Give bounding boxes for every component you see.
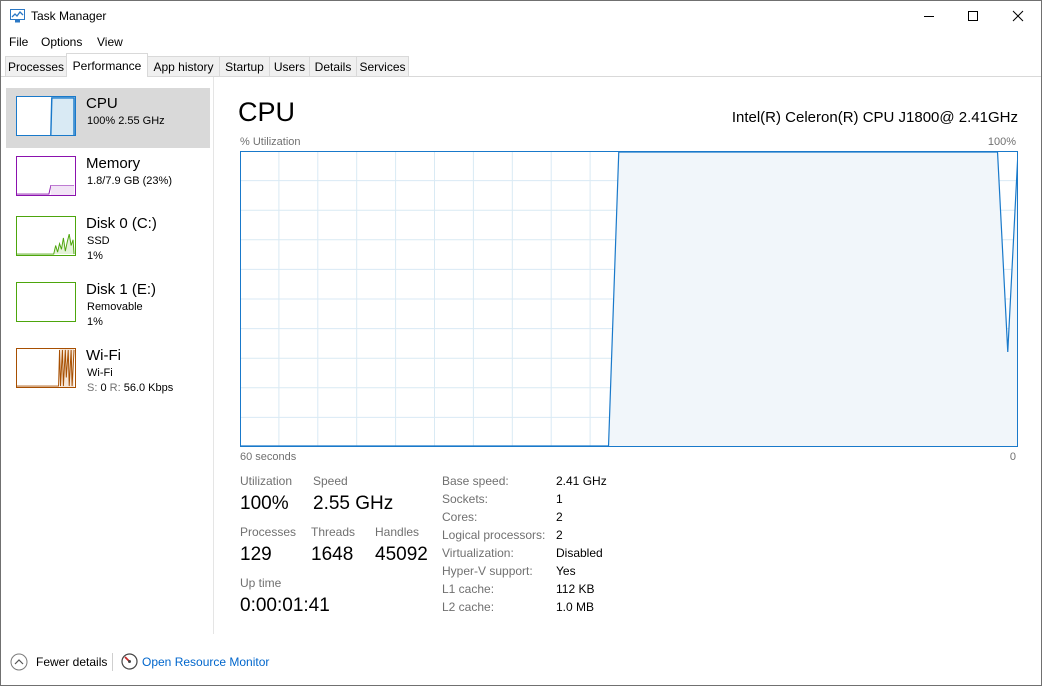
sockets-label: Sockets:: [442, 492, 489, 506]
sidebar-item-detail: SSD: [87, 235, 110, 247]
menu-options[interactable]: Options: [41, 35, 82, 49]
minimize-button[interactable]: [906, 1, 952, 31]
menu-view[interactable]: View: [97, 35, 123, 49]
sidebar-item-detail: 100% 2.55 GHz: [87, 115, 165, 127]
resource-monitor-icon: [121, 653, 138, 670]
task-manager-app-icon: [10, 9, 25, 23]
task-manager-window: Task Manager File Options View Processes…: [0, 0, 1042, 686]
sidebar-item-title: Disk 1 (E:): [86, 281, 157, 298]
tab-strip: Processes Performance App history Startu…: [1, 53, 1041, 77]
memory-thumbnail-graph: [16, 156, 76, 196]
hyper-v-support-value: Yes: [556, 564, 576, 578]
cores-value: 2: [556, 510, 563, 524]
l1-cache-label: L1 cache:: [442, 582, 495, 596]
sidebar-item-memory[interactable]: Memory 1.8/7.9 GB (23%): [6, 148, 210, 208]
cpu-utilization-graph: [240, 151, 1018, 447]
hyper-v-support-label: Hyper-V support:: [442, 564, 533, 578]
virtualization-label: Virtualization:: [442, 546, 514, 560]
sidebar-item-disk-0[interactable]: Disk 0 (C:) SSD 1%: [6, 208, 210, 268]
sockets-value: 1: [556, 492, 563, 506]
page-title: CPU: [238, 97, 296, 127]
l2-cache-value: 1.0 MB: [556, 600, 595, 614]
sidebar-item-detail: Wi-Fi: [87, 367, 113, 379]
maximize-button[interactable]: [950, 1, 996, 31]
disk1-thumbnail-graph: [16, 282, 76, 322]
graph-x-left-label: 60 seconds: [240, 451, 297, 463]
uptime-label: Up time: [240, 576, 282, 590]
logical-processors-label: Logical processors:: [442, 528, 546, 542]
send-value: 0: [100, 382, 107, 394]
cpu-thumbnail-graph: [16, 96, 76, 136]
sidebar-item-usage: 1%: [87, 250, 103, 262]
graph-x-right-label: 0: [1009, 451, 1016, 463]
sidebar-item-title: CPU: [86, 95, 118, 112]
base-speed-value: 2.41 GHz: [556, 474, 607, 488]
tab-startup[interactable]: Startup: [219, 56, 270, 76]
footer-divider: [112, 653, 113, 671]
sidebar-item-detail: Removable: [87, 301, 143, 313]
wifi-thumbnail-graph: [16, 348, 76, 388]
close-button[interactable]: [995, 1, 1041, 31]
uptime-value: 0:00:01:41: [240, 595, 330, 616]
receive-value: 56.0 Kbps: [123, 382, 174, 394]
logical-processors-value: 2: [556, 528, 563, 542]
l2-cache-label: L2 cache:: [442, 600, 495, 614]
sidebar-item-title: Wi-Fi: [86, 347, 121, 364]
send-label: S:: [87, 382, 98, 394]
chevron-up-circle-icon[interactable]: [10, 653, 28, 671]
utilization-label: Utilization: [240, 474, 293, 488]
speed-value: 2.55 GHz: [313, 493, 394, 514]
tab-processes[interactable]: Processes: [5, 56, 67, 76]
graph-y-label: % Utilization: [240, 136, 301, 148]
processes-value: 129: [240, 544, 272, 565]
threads-value: 1648: [311, 544, 354, 565]
processes-label: Processes: [240, 525, 297, 539]
handles-label: Handles: [375, 525, 420, 539]
virtualization-value: Disabled: [556, 546, 603, 560]
speed-label: Speed: [313, 474, 348, 488]
l1-cache-value: 112 KB: [556, 582, 595, 596]
cpu-model-name: Intel(R) Celeron(R) CPU J1800@ 2.41GHz: [731, 109, 1018, 126]
menu-bar: File Options View: [1, 32, 1041, 52]
tab-app-history[interactable]: App history: [147, 56, 220, 76]
tab-users[interactable]: Users: [269, 56, 310, 76]
sidebar-item-detail: 1.8/7.9 GB (23%): [87, 175, 172, 187]
handles-value: 45092: [375, 544, 428, 565]
minimize-icon: [924, 16, 934, 17]
sidebar-item-usage: 1%: [87, 316, 103, 328]
sidebar-item-disk-1[interactable]: Disk 1 (E:) Removable 1%: [6, 274, 210, 334]
menu-file[interactable]: File: [9, 35, 28, 49]
utilization-value: 100%: [240, 493, 289, 514]
close-icon: [1012, 10, 1024, 22]
sidebar-item-title: Memory: [86, 155, 141, 172]
fewer-details-button[interactable]: Fewer details: [36, 655, 107, 669]
sidebar-item-cpu[interactable]: CPU 100% 2.55 GHz: [6, 88, 210, 148]
cores-label: Cores:: [442, 510, 478, 524]
tab-services[interactable]: Services: [356, 56, 409, 76]
threads-label: Threads: [311, 525, 356, 539]
open-resource-monitor-link[interactable]: Open Resource Monitor: [142, 655, 269, 669]
maximize-icon: [968, 11, 978, 21]
base-speed-label: Base speed:: [442, 474, 509, 488]
tab-details[interactable]: Details: [309, 56, 357, 76]
title-bar: Task Manager: [1, 1, 1041, 31]
window-title: Task Manager: [31, 9, 107, 23]
footer-bar: Fewer details Open Resource Monitor: [1, 647, 1041, 677]
sidebar-item-wifi[interactable]: Wi-Fi Wi-Fi S: 0 R: 56.0 Kbps: [6, 340, 210, 400]
graph-y-max-label: 100%: [987, 136, 1016, 148]
sidebar-item-title: Disk 0 (C:): [86, 215, 157, 232]
tab-performance[interactable]: Performance: [66, 53, 148, 77]
disk0-thumbnail-graph: [16, 216, 76, 256]
wifi-throughput: S: 0 R: 56.0 Kbps: [87, 382, 173, 394]
resource-sidebar: CPU 100% 2.55 GHz Memory 1.8/7.9 GB (23%…: [1, 77, 214, 634]
receive-label: R:: [109, 382, 121, 394]
